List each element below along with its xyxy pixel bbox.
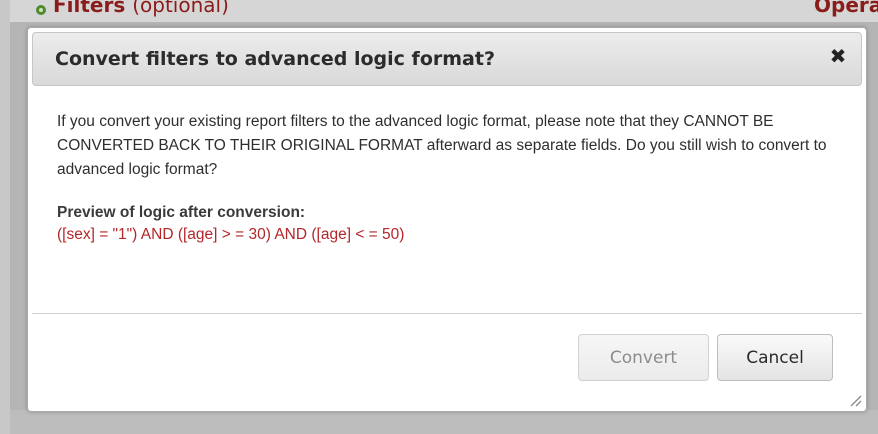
filter-icon: [35, 4, 47, 16]
dialog-content: If you convert your existing report filt…: [57, 110, 847, 246]
screen: Filters (optional) Operat Convert filter…: [0, 0, 878, 434]
convert-filters-dialog: Convert filters to advanced logic format…: [27, 27, 867, 412]
preview-label: Preview of logic after conversion:: [57, 204, 306, 221]
dialog-footer-divider: [32, 313, 862, 314]
background-left-strip: [0, 0, 10, 434]
background-bottom-strip: [10, 410, 878, 434]
cancel-button[interactable]: Cancel: [717, 334, 833, 381]
close-icon[interactable]: ✖: [827, 46, 849, 68]
dialog-message: If you convert your existing report filt…: [57, 113, 827, 178]
operator-column-header: Operat: [814, 0, 878, 17]
preview-logic-expression: ([sex] = "1") AND ([age] > = 30) AND ([a…: [57, 226, 405, 243]
dialog-titlebar[interactable]: Convert filters to advanced logic format…: [32, 32, 862, 86]
filters-section-title: Filters (optional): [53, 0, 229, 17]
convert-button[interactable]: Convert: [578, 334, 709, 381]
filters-section-header: Filters (optional) Operat: [10, 0, 878, 22]
dialog-title: Convert filters to advanced logic format…: [55, 48, 495, 70]
resize-handle-icon[interactable]: [848, 393, 862, 407]
filters-optional-label: (optional): [132, 0, 229, 17]
